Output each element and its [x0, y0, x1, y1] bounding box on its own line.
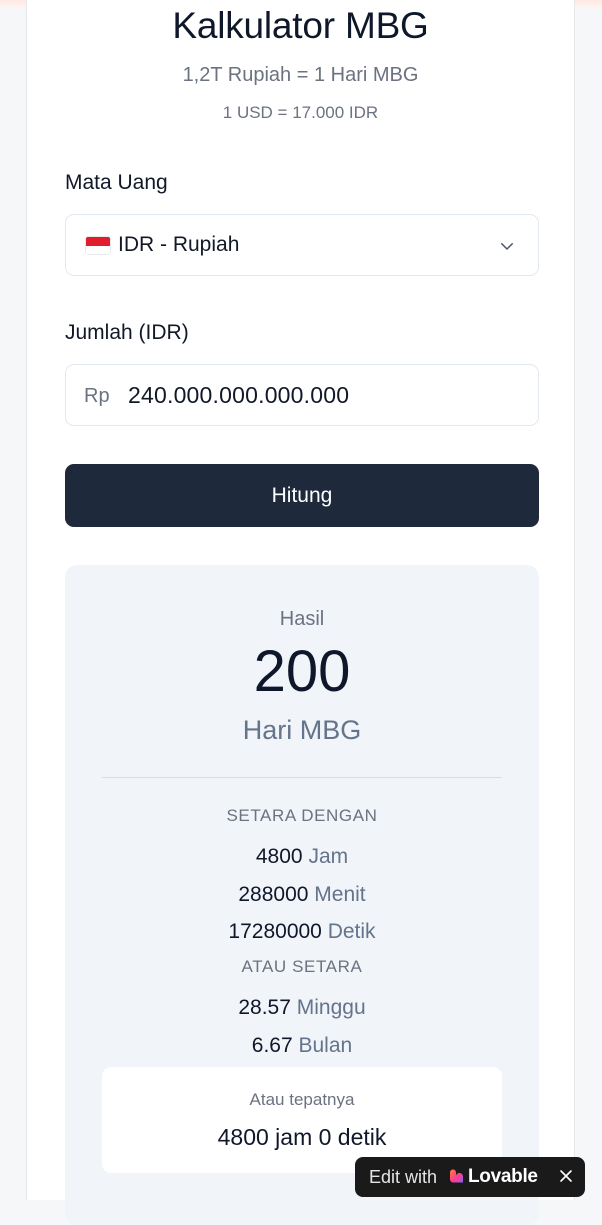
result-divider	[102, 777, 502, 778]
result-panel: Hasil 200 Hari MBG SETARA DENGAN 4800 Ja…	[65, 565, 539, 1225]
alternative-weeks: 28.57 Minggu	[65, 995, 539, 1021]
amount-label: Jumlah (IDR)	[65, 321, 189, 344]
stat-value: 4800	[255, 845, 303, 868]
currency-prefix: Rp	[84, 385, 110, 407]
exact-result-label: Atau tepatnya	[249, 1090, 355, 1109]
currency-label: Mata Uang	[65, 171, 168, 194]
indonesia-flag-icon	[86, 237, 110, 254]
edit-with-lovable-badge[interactable]: Edit with Lovable	[355, 1157, 585, 1197]
currency-select-value: IDR - Rupiah	[118, 233, 240, 256]
calculator-card: Kalkulator MBG 1,2T Rupiah = 1 Hari MBG …	[26, 0, 575, 1225]
amount-input-value: 240.000.000.000.000	[128, 382, 350, 408]
stat-value: 288000	[238, 883, 309, 906]
stat-value: 6.67	[251, 1034, 293, 1057]
chevron-down-icon	[501, 243, 513, 250]
result-value: 200	[253, 639, 351, 704]
stat-unit: Jam	[308, 845, 349, 868]
stat-unit: Detik	[327, 920, 376, 943]
stat-unit: Menit	[314, 883, 366, 906]
alternative-months: 6.67 Bulan	[65, 1033, 539, 1059]
exchange-rate-note: 1 USD = 17.000 IDR	[222, 103, 379, 122]
exact-result-value: 4800 jam 0 detik	[217, 1124, 387, 1150]
stat-value: 28.57	[238, 996, 291, 1019]
equivalent-heading: SETARA DENGAN	[226, 806, 378, 825]
equivalent-minutes: 288000 Menit	[65, 882, 539, 908]
result-label: Hasil	[279, 608, 325, 630]
currency-select[interactable]: IDR - Rupiah	[65, 214, 539, 276]
lovable-heart-icon	[450, 1169, 463, 1183]
calculate-button[interactable]: Hitung	[65, 464, 539, 527]
alternative-heading: ATAU SETARA	[241, 957, 363, 976]
equivalent-hours: 4800 Jam	[65, 844, 539, 870]
badge-brand: Lovable	[468, 1166, 538, 1187]
close-icon[interactable]	[559, 1169, 573, 1183]
stat-unit: Minggu	[296, 996, 366, 1019]
equivalent-seconds: 17280000 Detik	[65, 919, 539, 945]
amount-input[interactable]: Rp 240.000.000.000.000	[65, 364, 539, 426]
stat-value: 17280000	[228, 920, 322, 943]
badge-prefix: Edit with	[369, 1167, 438, 1187]
result-unit: Hari MBG	[242, 715, 362, 745]
conversion-subtitle: 1,2T Rupiah = 1 Hari MBG	[182, 64, 419, 86]
stat-unit: Bulan	[298, 1034, 353, 1057]
page-title: Kalkulator MBG	[172, 5, 429, 46]
